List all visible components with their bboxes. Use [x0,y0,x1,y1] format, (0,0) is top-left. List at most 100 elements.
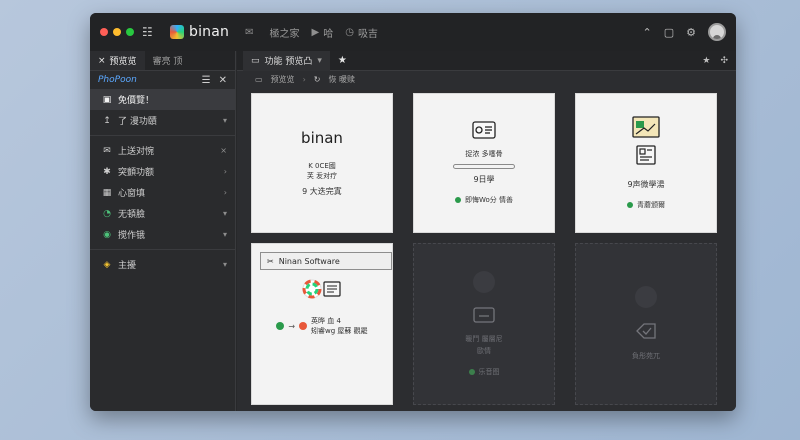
breadcrumb-item[interactable]: 恢 暖赎 [328,74,355,85]
pin-icon[interactable]: ✣ [720,56,728,66]
tab-feature-preview[interactable]: ▭ 功能 预览凸 ▾ [243,50,330,71]
status-label: 即悔Wo分 情善 [464,196,514,204]
preview-icon: ▣ [102,94,112,105]
close-icon[interactable]: ✕ [219,75,227,86]
app-flow-icon [302,279,341,299]
breadcrumb-item[interactable]: 预览览 [271,74,295,85]
settings-icon[interactable]: ⚙ [686,26,696,39]
sidebar-item-features[interactable]: ↥ 了 漫功賾 ▾ [90,110,235,131]
placeholder-icon [635,286,657,308]
sidebar-brand: PhoPoon [98,75,137,85]
sidebar-item-preview[interactable]: ▣ 免價覽！ [90,89,235,110]
main-tabs: ▭ 功能 预览凸 ▾ ★ ★ ✣ [237,50,736,71]
settings-card-icon [472,121,496,139]
card-settings[interactable]: 捉浓 多噻骨 9日學 即悔Wo分 情善 [413,93,555,233]
card-line: K 0CE國 [308,162,336,170]
corner-marker [252,395,261,404]
app-logo: binan [170,24,229,40]
card-status: 乐音图 [468,367,500,377]
close-icon: × [220,146,227,155]
card-line: 捉浓 多噻骨 [465,150,503,158]
maximize-window-button[interactable] [126,28,134,36]
card-line: 暖鬥 屬層尼 [465,335,503,343]
palette-icon: ◔ [103,208,111,219]
card-line: 9日學 [473,175,495,184]
tab-label: 功能 预览凸 [264,57,313,67]
list-icon[interactable]: ☰ [202,75,211,86]
sidebar-divider [90,135,235,136]
upload-icon: ↥ [103,115,111,126]
status-label: 乐音图 [478,368,500,376]
user-avatar[interactable] [708,23,726,41]
refresh-icon[interactable]: ↻ [314,75,321,84]
progress-bar [453,164,515,169]
top-nav-video[interactable]: ▶ 哈 [312,25,334,40]
sidebar-item-label: 了 漫功賾 [118,117,157,127]
card-line: 英晔 血 4 [311,317,341,325]
sidebar-tab-preview[interactable]: × 预览览 [90,51,145,70]
image-icon [632,116,660,138]
sidebar-item-functions[interactable]: ✱ 突顫功额 › [90,161,235,182]
apps-grid-icon[interactable]: ☷ [142,25,158,39]
sidebar-tab-secondary[interactable]: 審亮 顶 [145,51,191,70]
placeholder-icon [473,271,495,293]
chevron-down-icon: ▾ [222,230,227,239]
mail-icon: ✉ [103,145,111,156]
sidebar-item-window[interactable]: ▦ 心窗填 › [90,182,235,203]
close-window-button[interactable] [100,28,108,36]
chevron-right-icon: › [223,167,227,176]
sidebar-header: PhoPoon ☰ ✕ [90,71,235,89]
card-gallery[interactable]: 9声微學湯 青蘑颁爾 [575,93,717,233]
minimize-window-button[interactable] [113,28,121,36]
corner-marker [383,94,392,103]
card-line: 歐情 [477,347,491,355]
tag-icon [636,323,656,339]
end-node-icon [299,322,308,330]
app-window: ☷ binan ✉ 極之家 ▶ 哈 ◷ 吸吉 ⌃ ▢ ⚙ × 预览览 審亮 顶 … [90,13,736,411]
feature-cards-grid: binan K 0CE國 芙 叐对疗 9 大迭完寘 捉浓 多噻骨 9日學 即悔W… [251,93,717,405]
sidebar-item-label: 无頓臉 [118,210,146,220]
corner-marker [545,94,554,103]
top-nav-label: 吸吉 [357,28,378,40]
top-nav-mail[interactable]: ✉ [245,25,257,40]
sidebar-item-theme[interactable]: ◈ 主擾 ▾ [90,254,235,275]
sidebar-item-work[interactable]: ◉ 搅作锇 ▾ [90,224,235,245]
card-line: 矧睿wg 屋蘇 觀罷 [311,327,368,335]
star-icon[interactable]: ★ [702,56,710,66]
top-nav-history[interactable]: ◷ 吸吉 [345,25,378,40]
corner-marker [252,94,261,103]
sidebar-tab-label: 審亮 顶 [152,57,183,67]
main-area: ▭ 功能 预览凸 ▾ ★ ★ ✣ ▭ 预览览 › ↻ 恢 暖赎 binan K … [237,50,736,411]
card-disabled-2: 負彤苑兀 [575,243,717,405]
top-navigation: ✉ 極之家 ▶ 哈 ◷ 吸吉 [245,25,378,40]
sidebar-item-label: 免價覽！ [118,96,155,106]
mail-icon: ✉ [245,26,254,38]
clipboard-icon[interactable]: ▢ [664,26,674,39]
top-nav-home[interactable]: 極之家 [270,25,300,40]
status-dot-icon [468,369,475,375]
flow-text: 英晔 血 4 矧睿wg 屋蘇 觀罷 [311,316,368,336]
window-icon [473,307,495,323]
sidebar-item-label: 上送对惋 [118,147,155,157]
card-brand[interactable]: binan K 0CE國 芙 叐对疗 9 大迭完寘 [251,93,393,233]
sidebar-item-status[interactable]: ◔ 无頓臉 ▾ [90,203,235,224]
title-actions: ⌃ ▢ ⚙ [643,23,726,41]
top-nav-label: 極之家 [269,28,300,40]
card-line: 9声微學湯 [627,180,665,189]
tab-dropdown-icon[interactable]: ▾ [317,56,322,66]
star-icon[interactable]: ★ [338,55,347,66]
card-line: 負彤苑兀 [632,352,660,360]
video-icon: ▶ [311,26,320,38]
gear-icon: ✱ [103,166,111,177]
chevron-up-icon[interactable]: ⌃ [643,26,652,39]
card-software[interactable]: ✂ Ninan Software → 英晔 血 4 矧睿wg 屋蘇 觀罷 [251,243,393,405]
chevron-down-icon: ▾ [222,209,227,218]
card-body: → 英晔 血 4 矧睿wg 屋蘇 觀罷 [276,278,368,336]
status-label: 青蘑颁爾 [637,201,665,209]
sidebar: × 预览览 審亮 顶 PhoPoon ☰ ✕ ▣ 免價覽！ ↥ 了 漫功賾 ▾ [90,51,236,411]
sidebar-item-label: 搅作锇 [118,231,146,241]
breadcrumb-separator: › [302,74,306,84]
top-nav-label: 哈 [323,28,334,40]
sidebar-item-upload[interactable]: ✉ 上送对惋 × [90,140,235,161]
theme-icon: ◈ [103,259,111,270]
